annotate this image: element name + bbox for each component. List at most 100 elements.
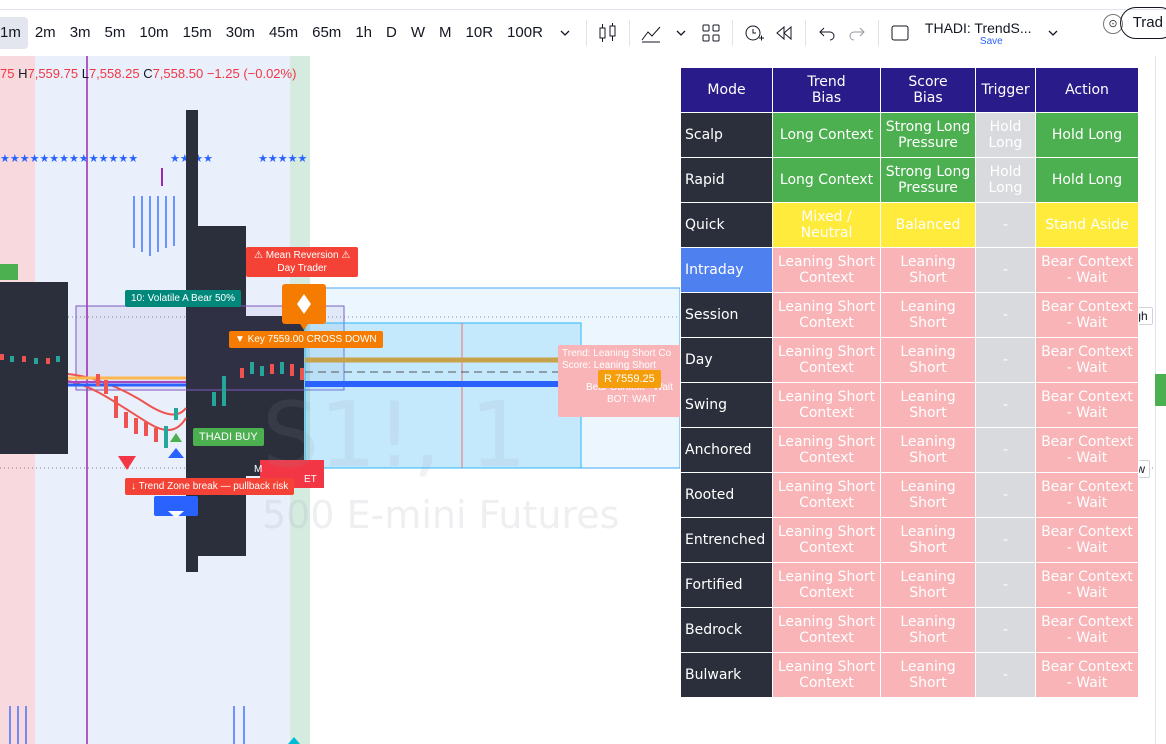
trend-bias-cell: Leaning Short Context [773,293,880,337]
timeframe-m[interactable]: M [432,17,459,49]
trend-bias-cell-text: Long Context [779,127,874,143]
mode-cell-text: Session [685,307,739,323]
trend-info-line: BOT: WAIT [607,394,657,405]
trend-bias-cell: Leaning Short Context [773,383,880,427]
score-bias-cell-text: Leaning Short [900,659,956,691]
trigger-cell: - [976,608,1035,652]
trend-bias-cell-text: Leaning Short Context [777,479,876,511]
action-cell-text: Bear Context - Wait [1041,254,1133,286]
table-row: Quick Mixed / Neutral Balanced - Stand Aside [681,203,1138,247]
timeframe-2m[interactable]: 2m [28,17,63,49]
timeframe-d[interactable]: D [379,17,404,49]
timeframe-5m[interactable]: 5m [98,17,133,49]
score-bias-cell: Leaning Short [881,383,975,427]
table-row: Session Leaning Short Context Leaning Shor… [681,293,1138,337]
divider [731,20,733,46]
timeframe-1h[interactable]: 1h [348,17,379,49]
score-bias-cell: Strong Long Pressure [881,158,975,202]
trend-bias-cell: Leaning Short Context [773,563,880,607]
trend-bias-cell-text: Leaning Short Context [777,524,876,556]
trigger-cell-text: - [1002,622,1009,638]
price-tag-label[interactable]: R 7559.25 [598,370,661,388]
timeframe-3m[interactable]: 3m [63,17,98,49]
score-bias-cell-text: Leaning Short [900,299,956,331]
score-bias-cell-text: Strong Long Pressure [885,119,971,151]
mode-cell-text: Swing [685,397,727,413]
fullscreen-box-icon[interactable] [885,18,915,48]
mode-cell: Bedrock [681,608,772,652]
trigger-cell: - [976,383,1035,427]
action-cell: Bear Context - Wait [1036,473,1138,517]
mode-cell: Session [681,293,772,337]
timeframe-10r[interactable]: 10R [459,17,501,49]
trigger-cell: - [976,338,1035,382]
table-row: Intraday Leaning Short Context Leaning Sho… [681,248,1138,292]
trend-bias-cell: Mixed / Neutral [773,203,880,247]
timeframe-45m[interactable]: 45m [262,17,305,49]
action-cell-text: Bear Context - Wait [1041,569,1133,601]
mode-cell: Rooted [681,473,772,517]
score-bias-cell-text: Balanced [895,217,961,233]
score-bias-cell-text: Leaning Short [900,254,956,286]
chevron-down-icon[interactable] [550,18,580,48]
score-bias-cell: Leaning Short [881,473,975,517]
score-bias-cell: Leaning Short [881,653,975,697]
save-link[interactable]: Save [980,36,1003,47]
action-cell-text: Bear Context - Wait [1041,434,1133,466]
timeframe-65m[interactable]: 65m [305,17,348,49]
trigger-cell: - [976,293,1035,337]
chevron-down-icon[interactable] [1038,18,1068,48]
mode-cell-text: Rapid [685,172,725,188]
trigger-cell: Hold Long [976,158,1035,202]
trigger-cell: - [976,563,1035,607]
legend-close: 7,558.50 [152,66,204,81]
trend-bias-cell: Leaning Short Context [773,428,880,472]
timeframe-10m[interactable]: 10m [132,17,175,49]
timeframe-w[interactable]: W [404,17,432,49]
score-bias-cell-text: Leaning Short [900,614,956,646]
trend-bias-cell: Leaning Short Context [773,653,880,697]
top-toolbar: 1m 2m 3m 5m 10m 15m 30m 45m 65m 1h D W M 10R 100R [0,0,1166,62]
mean-reversion-label[interactable]: ⚠ Mean Reversion ⚠ Day Trader [246,247,359,277]
trend-zone-break-label[interactable]: ↓ Trend Zone break — pullback risk [125,478,295,495]
trend-bias-cell: Leaning Short Context [773,608,880,652]
chevron-down-icon[interactable] [666,18,696,48]
replay-icon[interactable] [769,18,799,48]
layout-grid-icon[interactable] [696,18,726,48]
trigger-cell-text: - [1002,577,1009,593]
score-bias-cell-text: Leaning Short [900,479,956,511]
timeframe-15m[interactable]: 15m [176,17,219,49]
table-row: Scalp Long Context Strong Long Pressure Hol… [681,113,1138,157]
trigger-cell-text: - [1002,397,1009,413]
action-cell-text: Bear Context - Wait [1041,479,1133,511]
layout-title[interactable]: THADI: TrendS... Save [925,20,1032,47]
trend-bias-cell-text: Leaning Short Context [777,254,876,286]
score-bias-cell: Leaning Short [881,293,975,337]
trigger-cell-text: - [1002,307,1009,323]
trend-bias-cell-text: Leaning Short Context [777,389,876,421]
action-cell-text: Bear Context - Wait [1041,389,1133,421]
app-root: { "toolbar": { "timeframes": ["1m","2m",… [0,0,1166,744]
trend-bias-cell: Long Context [773,113,880,157]
volatile-label[interactable]: 10: Volatile A Bear 50% [125,290,241,307]
timeframe-100r[interactable]: 100R [500,17,550,49]
undo-icon[interactable] [812,18,842,48]
timeframe-30m[interactable]: 30m [219,17,262,49]
small-m-label: M [254,464,263,475]
action-cell-text: Bear Context - Wait [1041,659,1133,691]
thadi-buy-label[interactable]: THADI BUY [193,428,264,446]
trend-bias-cell-text: Leaning Short Context [777,569,876,601]
legend-high: 7,559.75 [27,66,79,81]
indicators-icon[interactable] [636,18,666,48]
trade-button[interactable]: Trad [1119,7,1166,39]
watermark-name: 500 E-mini Futures [262,493,619,537]
key-cross-label[interactable]: ▼ Key 7559.00 CROSS DOWN [229,331,383,348]
mode-cell: Intraday [681,248,772,292]
alert-clock-icon[interactable] [739,18,769,48]
trigger-cell-text: - [1002,352,1009,368]
timeframe-1m[interactable]: 1m [0,17,28,49]
mode-cell: Swing [681,383,772,427]
action-cell: Bear Context - Wait [1036,248,1138,292]
redo-icon[interactable] [842,18,872,48]
candles-icon[interactable] [593,18,623,48]
